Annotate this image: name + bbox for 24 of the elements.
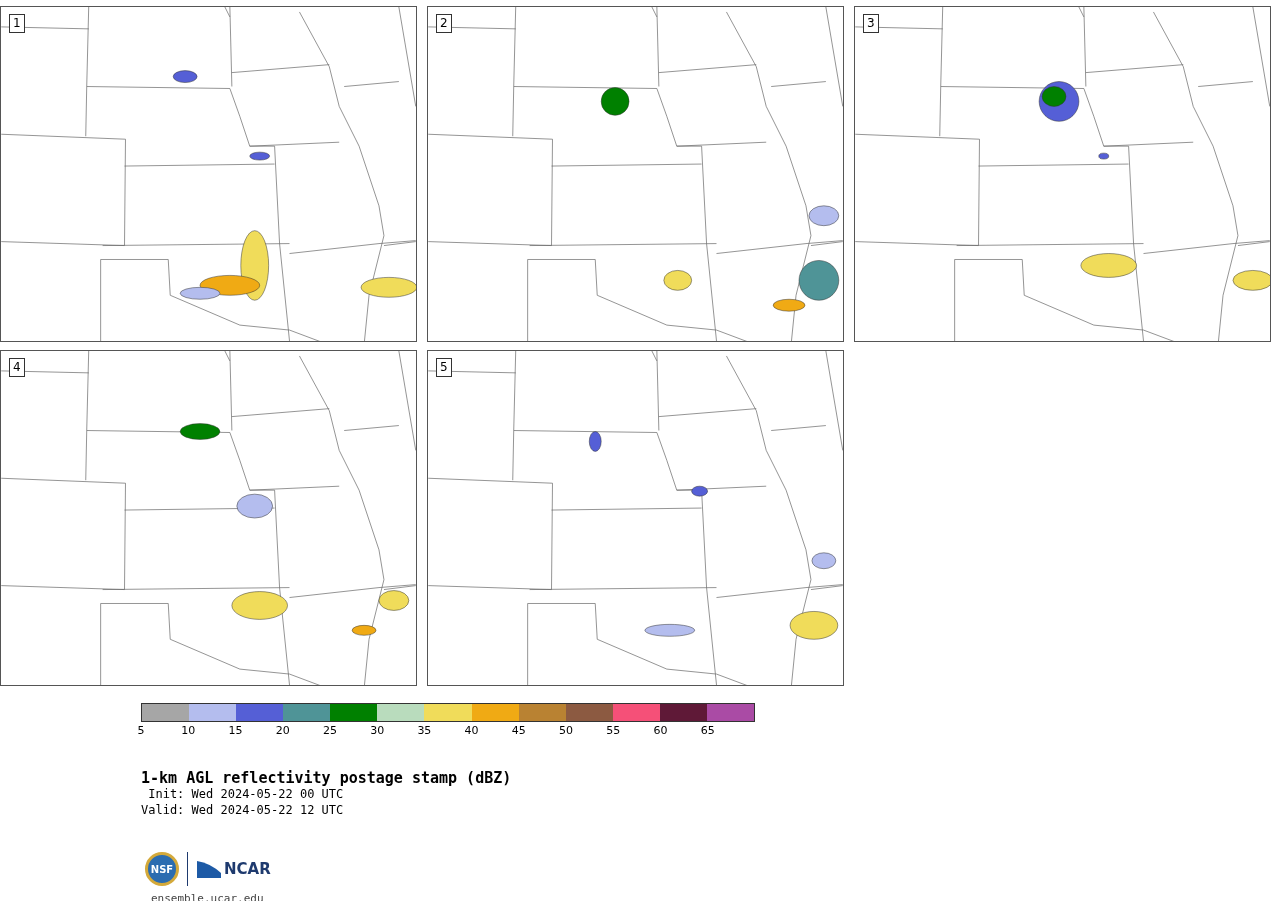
scale-tick-label: 25: [322, 724, 337, 738]
scale-tick-label: 55: [606, 724, 621, 738]
scale-tick-label: 60: [653, 724, 668, 738]
ncar-swoosh-icon: [196, 859, 222, 879]
nsf-logo: NSF: [145, 852, 179, 886]
scale-tick-label: 5: [137, 724, 145, 738]
panel-number: 1: [9, 14, 25, 33]
scale-tick-label: 10: [181, 724, 196, 738]
ncar-logo: NCAR: [224, 858, 271, 880]
scale-tick-label: 35: [417, 724, 432, 738]
panel-number: 2: [436, 14, 452, 33]
scale-tick-label: 15: [228, 724, 243, 738]
valid-time: Valid: Wed 2024-05-22 12 UTC: [141, 802, 345, 818]
scale-tick-label: 30: [370, 724, 385, 738]
panel-number: 5: [436, 358, 452, 377]
scale-tick-label: 50: [559, 724, 574, 738]
init-time: Init: Wed 2024-05-22 00 UTC: [147, 786, 345, 802]
chart-title: 1-km AGL reflectivity postage stamp (dBZ): [141, 770, 513, 786]
scale-tick-label: 40: [464, 724, 479, 738]
panel-number: 3: [863, 14, 879, 33]
panel-number: 4: [9, 358, 25, 377]
scale-tick-label: 65: [700, 724, 715, 738]
scale-tick-label: 20: [275, 724, 290, 738]
scale-tick-label: 45: [511, 724, 526, 738]
